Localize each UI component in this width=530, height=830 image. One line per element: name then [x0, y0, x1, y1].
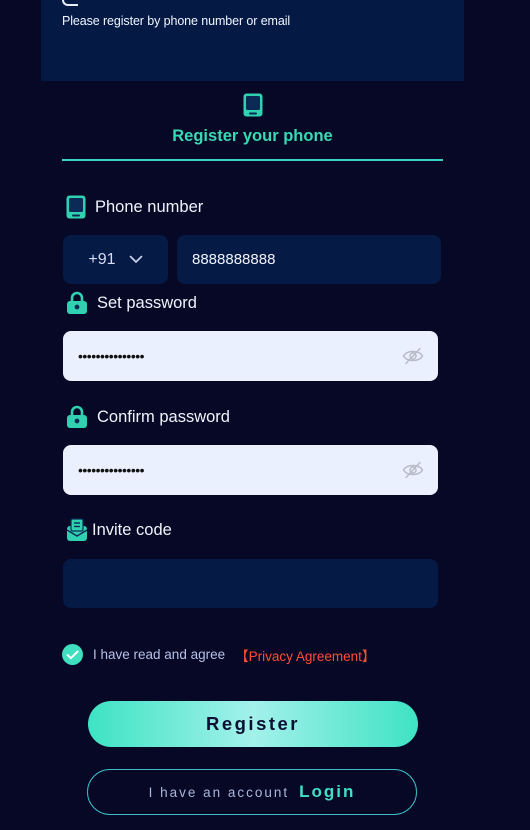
agree-checkbox[interactable] [62, 644, 83, 665]
invite-code-label-text: Invite code [92, 520, 172, 539]
header-title-fragment [62, 0, 78, 6]
eye-off-icon[interactable] [402, 346, 424, 366]
register-button[interactable]: Register [88, 701, 418, 747]
privacy-agreement-link[interactable]: 【Privacy Agreement】 [235, 645, 375, 665]
agreement-row: I have read and agree 【Privacy Agreement… [62, 644, 375, 665]
register-button-label: Register [205, 713, 301, 734]
phone-icon [66, 195, 86, 219]
invite-code-label: Invite code [66, 518, 172, 542]
register-screen: Please register by phone number or email… [0, 0, 530, 830]
country-code-value: +91 [88, 250, 116, 268]
invite-code-input[interactable] [63, 559, 438, 608]
confirm-password-input[interactable]: ••••••••••••••• [63, 445, 438, 495]
chevron-down-icon [129, 255, 142, 263]
checkmark-icon [66, 650, 79, 659]
header-subtitle: Please register by phone number or email [62, 14, 291, 28]
login-link-text: Login [299, 782, 356, 801]
set-password-label-text: Set password [97, 293, 197, 312]
confirm-password-label-text: Confirm password [97, 407, 230, 426]
phone-icon [243, 93, 263, 117]
country-code-select[interactable]: +91 [63, 235, 168, 284]
phone-number-input[interactable]: 8888888888 [177, 235, 441, 284]
login-prefix-text: I have an account [148, 784, 290, 800]
confirm-password-value: ••••••••••••••• [78, 462, 145, 478]
login-button[interactable]: I have an account Login [87, 769, 417, 815]
lock-icon [67, 291, 87, 314]
tab-label: Register your phone [172, 127, 333, 145]
tab-register-phone[interactable]: Register your phone [62, 90, 443, 162]
header-banner: Please register by phone number or email [41, 0, 464, 81]
invite-card-icon [66, 518, 88, 541]
phone-number-label-text: Phone number [95, 197, 204, 216]
agree-text: I have read and agree [93, 647, 226, 662]
confirm-password-label: Confirm password [66, 405, 230, 429]
set-password-label: Set password [66, 291, 197, 315]
set-password-input[interactable]: ••••••••••••••• [63, 331, 438, 381]
tab-active-underline [62, 159, 443, 161]
eye-off-icon[interactable] [402, 460, 424, 480]
set-password-value: ••••••••••••••• [78, 348, 145, 364]
phone-number-value: 8888888888 [192, 251, 276, 268]
lock-icon [67, 405, 87, 428]
phone-number-label: Phone number [66, 195, 203, 219]
